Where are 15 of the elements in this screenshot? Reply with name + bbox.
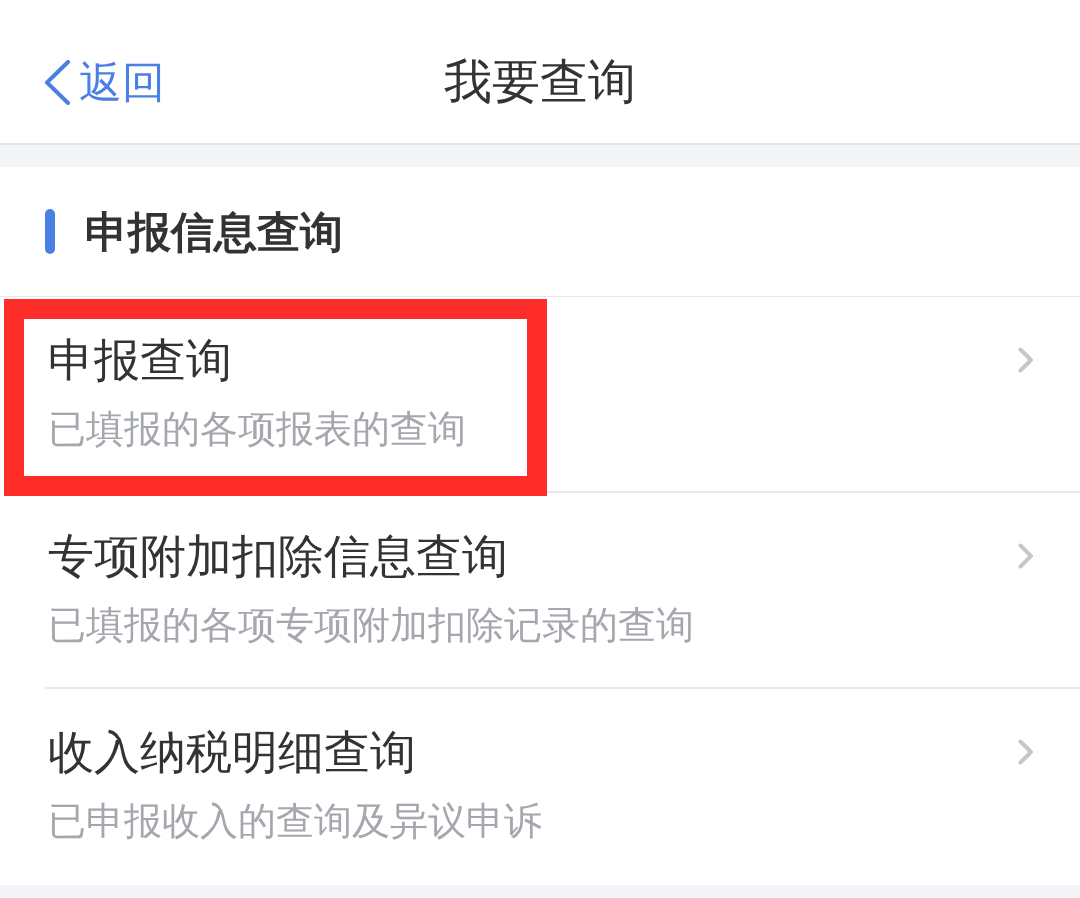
page-title: 我要查询 <box>444 53 636 108</box>
chevron-left-icon <box>44 59 71 105</box>
item-description: 已填报的各项报表的查询 <box>48 407 466 451</box>
list-item[interactable]: 收入纳税明细查询 已申报收入的查询及异议申诉 <box>0 689 1080 885</box>
item-description: 已填报的各项专项附加扣除记录的查询 <box>48 603 694 647</box>
item-description: 已申报收入的查询及异议申诉 <box>48 799 542 843</box>
item-title: 专项附加扣除信息查询 <box>48 531 508 581</box>
accent-bar <box>45 209 55 254</box>
section-title: 申报信息查询 <box>85 206 343 257</box>
chevron-right-icon <box>1018 347 1034 373</box>
chevron-right-icon <box>1018 739 1034 765</box>
back-button[interactable]: 返回 <box>40 54 169 110</box>
item-title: 申报查询 <box>48 335 232 385</box>
chevron-right-icon <box>1018 543 1034 569</box>
item-title: 收入纳税明细查询 <box>48 727 416 777</box>
